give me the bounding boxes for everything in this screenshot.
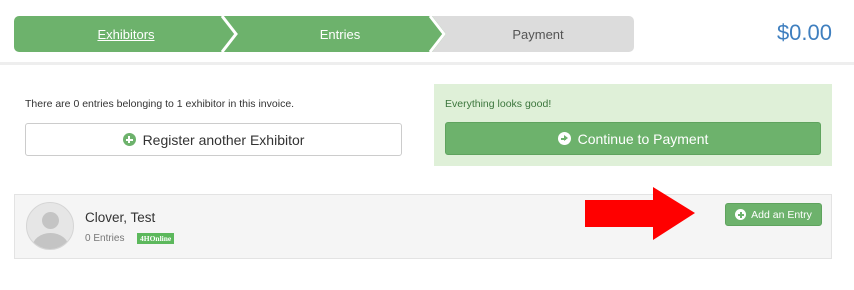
user-placeholder-icon — [26, 202, 74, 250]
entry-count: 0 Entries — [85, 233, 125, 244]
success-panel: Everything looks good! Continue to Payme… — [434, 84, 832, 166]
step-entries-label: Entries — [319, 26, 361, 42]
chevron-separator — [220, 16, 238, 52]
4honline-badge: 4HOnline — [137, 233, 175, 244]
header-divider — [0, 62, 854, 65]
red-arrow-icon — [585, 187, 695, 240]
invoice-summary: There are 0 entries belonging to 1 exhib… — [25, 98, 295, 110]
step-entries: Entries — [220, 16, 446, 52]
progress-steps: Exhibitors Entries Payment — [14, 16, 634, 52]
step-payment-label: Payment — [512, 26, 564, 42]
arrow-circle-right-icon — [557, 132, 571, 145]
continue-to-payment-button[interactable]: Continue to Payment — [445, 122, 821, 155]
step-payment: Payment — [428, 16, 634, 52]
continue-to-payment-label: Continue to Payment — [577, 130, 709, 147]
exhibitor-card: Clover, Test 0 Entries 4HOnline Add an E… — [14, 194, 832, 259]
step-exhibitors-link[interactable]: Exhibitors — [97, 27, 154, 42]
add-entry-label: Add an Entry — [751, 208, 812, 221]
register-exhibitor-label: Register another Exhibitor — [142, 131, 305, 148]
step-exhibitors[interactable]: Exhibitors — [14, 16, 238, 52]
add-entry-button[interactable]: Add an Entry — [725, 203, 822, 226]
success-message: Everything looks good! — [445, 98, 552, 110]
plus-circle-icon — [735, 209, 747, 220]
invoice-total: $0.00 — [776, 20, 832, 45]
register-exhibitor-button[interactable]: Register another Exhibitor — [25, 123, 402, 156]
exhibitor-name: Clover, Test — [85, 210, 156, 225]
plus-circle-icon — [122, 133, 136, 146]
chevron-separator — [428, 16, 446, 52]
